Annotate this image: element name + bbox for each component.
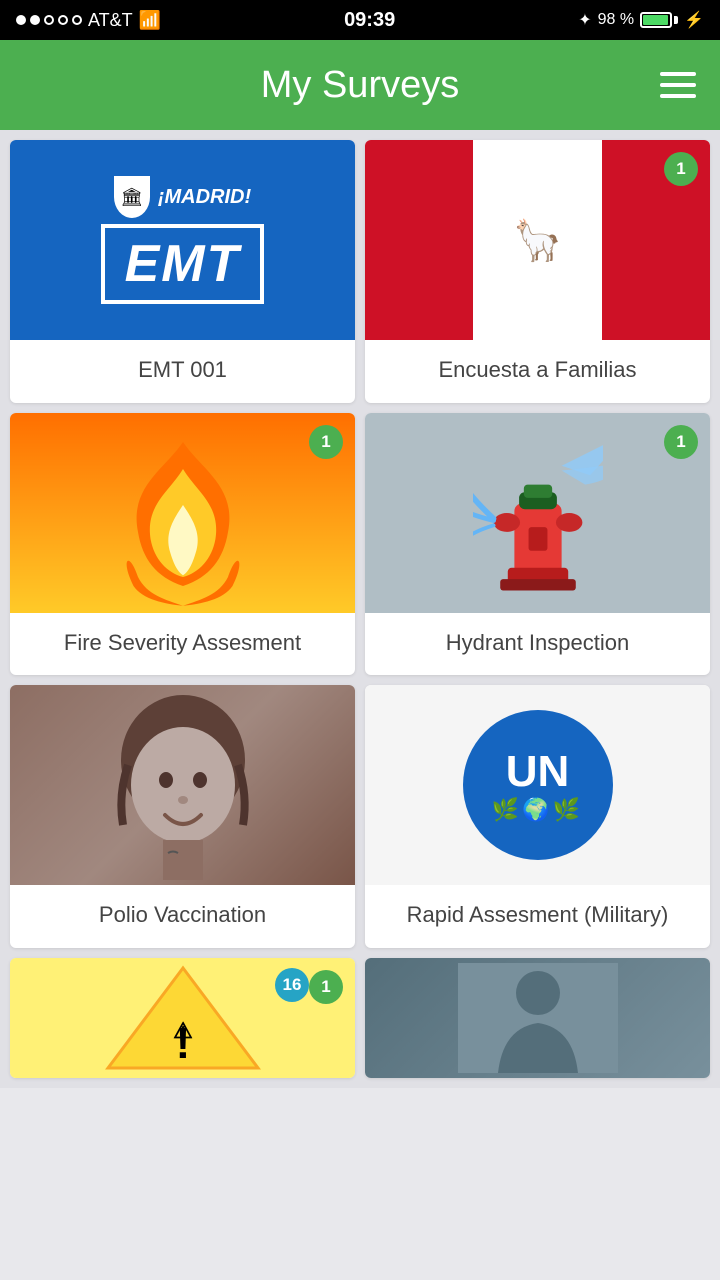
battery-icon xyxy=(640,12,678,28)
survey-label-emt001: EMT 001 xyxy=(10,340,355,403)
dot-2 xyxy=(30,15,40,25)
un-letters: UN xyxy=(506,747,570,797)
wifi-icon: 📶 xyxy=(139,10,161,31)
hamburger-line-1 xyxy=(660,72,696,76)
survey-card-person[interactable] xyxy=(365,958,710,1078)
status-bar: AT&T 📶 09:39 ✦ 98 % ⚡ xyxy=(0,0,720,40)
dot-3 xyxy=(44,15,54,25)
survey-card-warning[interactable]: ! ⚠ 16 1 xyxy=(10,958,355,1078)
madrid-shield: 🏛 xyxy=(114,176,150,218)
peru-coat-arms: 🦙 xyxy=(513,217,563,264)
survey-badge-warning-16: 16 xyxy=(275,968,309,1002)
person-svg xyxy=(458,963,618,1073)
survey-image-peru: 🦙 xyxy=(365,140,710,340)
bluetooth-icon: ✦ xyxy=(578,10,591,30)
status-right: ✦ 98 % ⚡ xyxy=(578,10,704,30)
time-display: 09:39 xyxy=(344,9,395,32)
dot-1 xyxy=(16,15,26,25)
survey-card-fire[interactable]: 1 Fire Severity Assesment xyxy=(10,413,355,676)
battery-percent: 98 % xyxy=(598,11,634,29)
survey-image-un: UN 🌿🌍🌿 xyxy=(365,685,710,885)
survey-card-encuesta[interactable]: 🦙 1 Encuesta a Familias xyxy=(365,140,710,403)
survey-badge-fire: 1 xyxy=(309,425,343,459)
surveys-grid: 🏛 ¡MADRID! EMT EMT 001 🦙 1 Encuesta a Fa… xyxy=(0,130,720,1088)
dot-5 xyxy=(72,15,82,25)
survey-card-rapid[interactable]: UN 🌿🌍🌿 Rapid Assesment (Military) xyxy=(365,685,710,948)
status-left: AT&T 📶 xyxy=(16,10,161,31)
hydrant-svg xyxy=(473,428,603,598)
fire-svg xyxy=(103,433,263,613)
emt-text: EMT xyxy=(101,224,265,304)
emt-madrid-row: 🏛 ¡MADRID! xyxy=(114,176,251,218)
page-title: My Surveys xyxy=(60,64,660,107)
child-svg xyxy=(93,685,273,885)
carrier-label: AT&T xyxy=(88,10,133,31)
survey-label-hydrant: Hydrant Inspection xyxy=(365,613,710,676)
survey-badge-hydrant: 1 xyxy=(664,425,698,459)
hamburger-line-2 xyxy=(660,83,696,87)
un-emblem: UN 🌿🌍🌿 xyxy=(463,710,613,860)
survey-label-encuesta: Encuesta a Familias xyxy=(365,340,710,403)
signal-dots xyxy=(16,15,82,25)
madrid-text: ¡MADRID! xyxy=(158,186,251,209)
app-header: My Surveys xyxy=(0,40,720,130)
survey-label-fire: Fire Severity Assesment xyxy=(10,613,355,676)
dot-4 xyxy=(58,15,68,25)
peru-red-left xyxy=(365,140,473,340)
survey-card-emt001[interactable]: 🏛 ¡MADRID! EMT EMT 001 xyxy=(10,140,355,403)
survey-card-hydrant[interactable]: 1 Hydrant Inspection xyxy=(365,413,710,676)
hamburger-line-3 xyxy=(660,94,696,98)
survey-image-fire xyxy=(10,413,355,613)
un-laurel: 🌿🌍🌿 xyxy=(492,797,583,823)
survey-card-polio[interactable]: Polio Vaccination xyxy=(10,685,355,948)
survey-image-polio xyxy=(10,685,355,885)
survey-badge-encuesta: 1 xyxy=(664,152,698,186)
survey-label-polio: Polio Vaccination xyxy=(10,885,355,948)
peru-white-center: 🦙 xyxy=(473,140,602,340)
menu-button[interactable] xyxy=(660,72,696,98)
charge-icon: ⚡ xyxy=(684,10,704,30)
survey-image-person xyxy=(365,958,710,1078)
survey-label-rapid: Rapid Assesment (Military) xyxy=(365,885,710,948)
survey-image-emt: 🏛 ¡MADRID! EMT xyxy=(10,140,355,340)
survey-image-hydrant xyxy=(365,413,710,613)
survey-badge-warning-1: 1 xyxy=(309,970,343,1004)
warning-svg: ! ⚠ xyxy=(103,963,263,1073)
svg-text:⚠: ⚠ xyxy=(173,1018,193,1043)
